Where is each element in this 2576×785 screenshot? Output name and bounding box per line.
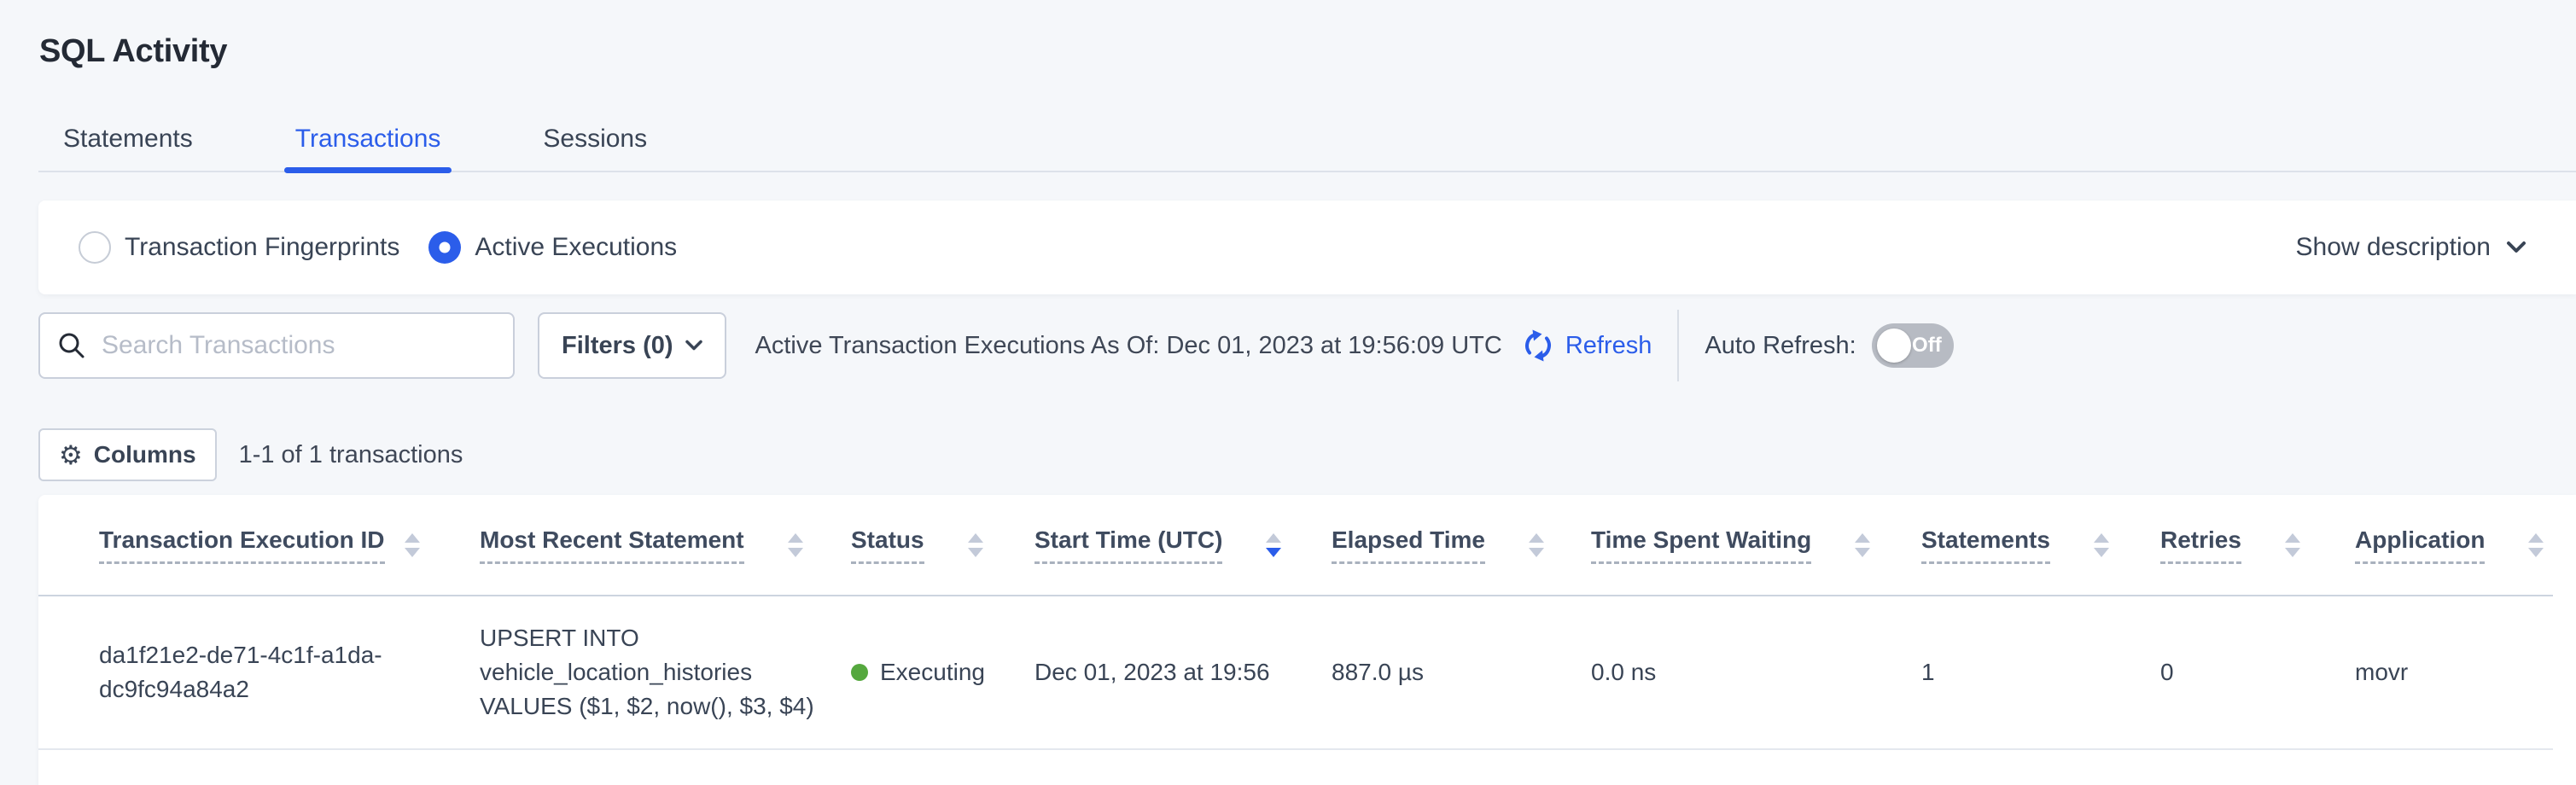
column-header-most-recent-statement[interactable]: Most Recent Statement (479, 495, 850, 596)
cell-transaction-execution-id[interactable]: da1f21e2-de71-4c1f-a1da-dc9fc94a84a2 (38, 596, 479, 749)
search-input[interactable] (100, 330, 496, 361)
search-box (38, 312, 515, 379)
auto-refresh-label: Auto Refresh: (1705, 332, 1856, 360)
column-header-application[interactable]: Application (2354, 495, 2553, 596)
sort-icon-active-desc (1263, 532, 1284, 559)
toggle-state-label: Off (1912, 334, 1942, 358)
page-title: SQL Activity (39, 33, 227, 70)
chevron-down-icon (2506, 241, 2526, 254)
vertical-divider (1677, 310, 1679, 381)
radio-active-executions[interactable]: Active Executions (428, 231, 677, 264)
results-row: ⚙ Columns 1-1 of 1 transactions (38, 428, 463, 481)
tab-transactions[interactable]: Transactions (284, 108, 452, 171)
radio-label: Transaction Fingerprints (125, 233, 399, 262)
results-count: 1-1 of 1 transactions (239, 441, 463, 469)
transactions-table: Transaction Execution ID Most Recent Sta… (38, 495, 2553, 750)
status-dot-icon (851, 664, 868, 681)
refresh-icon (1521, 329, 1555, 363)
show-description-label: Show description (2296, 233, 2491, 262)
column-header-transaction-execution-id[interactable]: Transaction Execution ID (38, 495, 479, 596)
sort-icon (1526, 532, 1547, 559)
columns-button-label: Columns (94, 441, 196, 468)
table-header-row: Transaction Execution ID Most Recent Sta… (38, 495, 2553, 596)
cell-most-recent-statement: UPSERT INTO vehicle_location_histories V… (479, 596, 850, 749)
column-header-elapsed-time[interactable]: Elapsed Time (1331, 495, 1590, 596)
cell-statements: 1 (1920, 596, 2159, 749)
toggle-knob (1877, 329, 1911, 363)
column-header-retries[interactable]: Retries (2159, 495, 2354, 596)
column-header-time-spent-waiting[interactable]: Time Spent Waiting (1590, 495, 1920, 596)
cell-start-time: Dec 01, 2023 at 19:56 (1034, 596, 1331, 749)
sort-icon (402, 532, 423, 559)
columns-button[interactable]: ⚙ Columns (38, 428, 217, 481)
radio-unselected-icon (79, 231, 111, 264)
radio-selected-icon (428, 231, 461, 264)
column-header-status[interactable]: Status (850, 495, 1034, 596)
as-of-timestamp: Active Transaction Executions As Of: Dec… (755, 332, 1502, 360)
sort-icon (785, 532, 806, 559)
sort-icon (965, 532, 986, 559)
cell-elapsed-time: 887.0 µs (1331, 596, 1590, 749)
filters-button[interactable]: Filters (0) (538, 312, 726, 379)
refresh-button[interactable]: Refresh (1521, 329, 1652, 363)
sort-icon (1852, 532, 1873, 559)
sort-icon (2526, 532, 2546, 559)
status-label: Executing (880, 655, 985, 689)
cell-application: movr (2354, 596, 2553, 749)
show-description-toggle[interactable]: Show description (2296, 233, 2576, 262)
refresh-label: Refresh (1565, 332, 1652, 360)
cell-time-spent-waiting: 0.0 ns (1590, 596, 1920, 749)
tab-statements[interactable]: Statements (52, 108, 204, 171)
sort-icon (2282, 532, 2303, 559)
column-header-start-time[interactable]: Start Time (UTC) (1034, 495, 1331, 596)
tab-sessions[interactable]: Sessions (532, 108, 658, 171)
cell-status: Executing (850, 596, 1034, 749)
gear-icon: ⚙ (59, 442, 83, 468)
table-row: da1f21e2-de71-4c1f-a1da-dc9fc94a84a2 UPS… (38, 596, 2553, 749)
radio-transaction-fingerprints[interactable]: Transaction Fingerprints (79, 231, 399, 264)
chevron-down-icon (685, 340, 702, 352)
controls-row: Filters (0) Active Transaction Execution… (38, 312, 2576, 379)
search-icon (57, 331, 86, 360)
radio-label: Active Executions (475, 233, 677, 262)
auto-refresh-toggle[interactable]: Off (1872, 323, 1954, 368)
filters-label: Filters (0) (562, 332, 673, 360)
column-header-statements[interactable]: Statements (1920, 495, 2159, 596)
sort-icon (2091, 532, 2112, 559)
transactions-table-card: Transaction Execution ID Most Recent Sta… (38, 495, 2576, 785)
view-mode-card: Transaction Fingerprints Active Executio… (38, 201, 2576, 294)
cell-retries: 0 (2159, 596, 2354, 749)
sql-activity-tabs: Statements Transactions Sessions (38, 108, 2576, 172)
